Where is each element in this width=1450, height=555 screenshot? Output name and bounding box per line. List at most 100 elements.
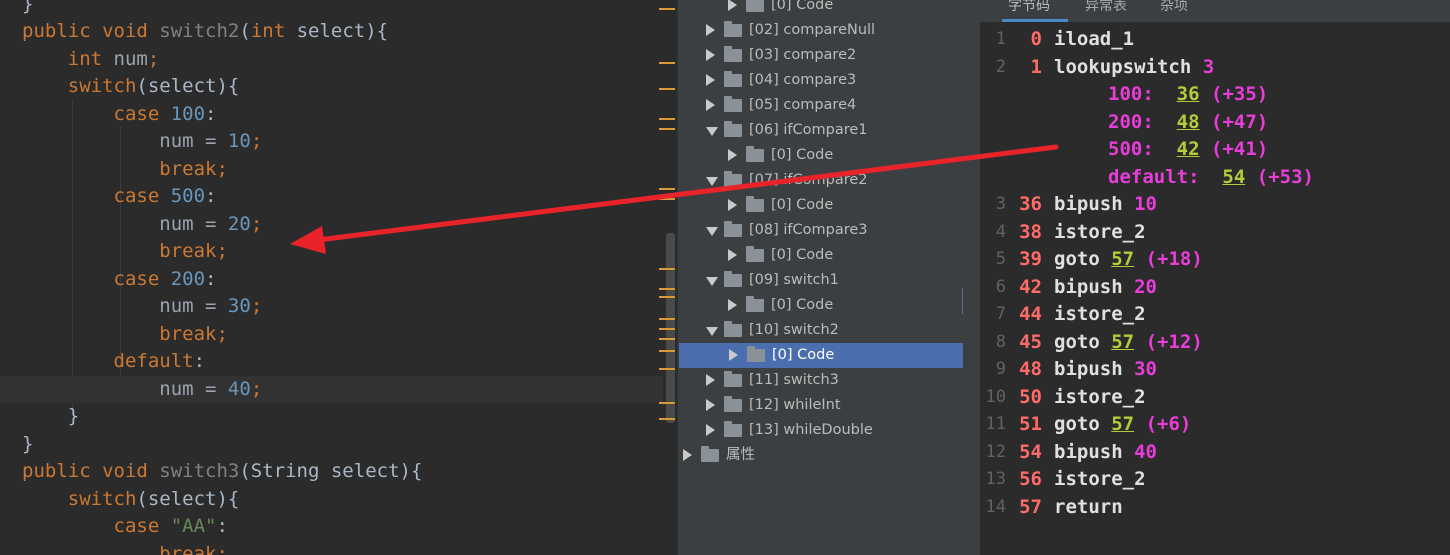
tab-0[interactable]: 字节码 bbox=[1008, 0, 1050, 17]
jump-target-link[interactable]: 48 bbox=[1177, 111, 1200, 133]
code-line[interactable]: break; bbox=[0, 156, 663, 184]
tree-item[interactable]: [07] ifCompare2 bbox=[678, 168, 980, 193]
tree-item[interactable]: [09] switch1 bbox=[678, 268, 980, 293]
chevron-right-icon[interactable] bbox=[728, 0, 737, 11]
jump-target-link[interactable]: 57 bbox=[1111, 331, 1134, 353]
bytecode-row[interactable]: 12 54 bipush 40 bbox=[980, 439, 1450, 467]
bytecode-panel[interactable]: 字节码 异常表 杂项 1 0 iload_1 2 1 lookupswitch 3 100: 3… bbox=[980, 0, 1450, 555]
error-stripe-mark[interactable] bbox=[659, 188, 675, 190]
jump-target-link[interactable]: 57 bbox=[1111, 248, 1134, 270]
tree-item[interactable]: [10] switch2 bbox=[678, 318, 980, 343]
error-stripe-mark[interactable] bbox=[659, 198, 675, 200]
tree-item[interactable]: [02] compareNull bbox=[678, 18, 980, 43]
bytecode-row[interactable]: 8 45 goto 57 (+12) bbox=[980, 329, 1450, 357]
code-line[interactable]: num = 10; bbox=[0, 128, 663, 156]
jump-target-link[interactable]: 54 bbox=[1222, 166, 1245, 188]
chevron-right-icon[interactable] bbox=[728, 249, 737, 261]
chevron-right-icon[interactable] bbox=[683, 449, 692, 461]
code-line[interactable]: num = 30; bbox=[0, 293, 663, 321]
bytecode-row[interactable]: 9 48 bipush 30 bbox=[980, 356, 1450, 384]
error-stripe-mark[interactable] bbox=[659, 328, 675, 330]
chevron-down-icon[interactable] bbox=[706, 277, 718, 286]
code-line[interactable]: public void switch2(int select){ bbox=[0, 18, 663, 46]
bytecode-row[interactable]: 1 0 iload_1 bbox=[980, 26, 1450, 54]
tree-item[interactable]: [04] compare3 bbox=[678, 68, 980, 93]
tree-item[interactable]: [0] Code bbox=[678, 293, 980, 318]
error-stripe-mark[interactable] bbox=[659, 418, 675, 420]
tab-2[interactable]: 杂项 bbox=[1160, 0, 1188, 17]
chevron-right-icon[interactable] bbox=[728, 149, 737, 161]
code-line[interactable]: default: bbox=[0, 348, 663, 376]
chevron-down-icon[interactable] bbox=[706, 227, 718, 236]
chevron-right-icon[interactable] bbox=[706, 24, 715, 36]
error-stripe-mark[interactable] bbox=[659, 268, 675, 270]
tree-item[interactable]: [11] switch3 bbox=[678, 368, 980, 393]
bytecode-row[interactable]: 13 56 istore_2 bbox=[980, 466, 1450, 494]
code-line[interactable]: case 500: bbox=[0, 183, 663, 211]
error-stripe-mark[interactable] bbox=[659, 402, 675, 404]
error-stripe-mark[interactable] bbox=[659, 288, 675, 290]
code-line[interactable]: switch(select){ bbox=[0, 73, 663, 101]
code-line[interactable]: case 100: bbox=[0, 101, 663, 129]
chevron-down-icon[interactable] bbox=[706, 327, 718, 336]
chevron-right-icon[interactable] bbox=[729, 349, 738, 361]
bytecode-row[interactable]: 2 1 lookupswitch 3 bbox=[980, 54, 1450, 82]
chevron-right-icon[interactable] bbox=[706, 74, 715, 86]
code-editor[interactable]: } public void switch2(int select){ int nu… bbox=[0, 0, 663, 555]
tree-item[interactable]: [0] Code bbox=[678, 243, 980, 268]
tree-item[interactable]: [0] Code bbox=[678, 193, 980, 218]
bytecode-row[interactable]: 200: 48 (+47) bbox=[980, 109, 1450, 137]
chevron-right-icon[interactable] bbox=[706, 49, 715, 61]
bytecode-row[interactable]: 3 36 bipush 10 bbox=[980, 191, 1450, 219]
code-line[interactable]: switch(select){ bbox=[0, 486, 663, 514]
tree-item[interactable]: [08] ifCompare3 bbox=[678, 218, 980, 243]
bytecode-row[interactable]: 100: 36 (+35) bbox=[980, 81, 1450, 109]
code-line[interactable]: case "AA": bbox=[0, 513, 663, 541]
class-structure-tree[interactable]: [0] Code [02] compareNull [03] compare2 [04… bbox=[677, 0, 980, 555]
error-stripe-mark[interactable] bbox=[659, 118, 675, 120]
chevron-down-icon[interactable] bbox=[706, 127, 718, 136]
chevron-right-icon[interactable] bbox=[728, 299, 737, 311]
code-line[interactable]: num = 20; bbox=[0, 211, 663, 239]
error-stripe-mark[interactable] bbox=[659, 296, 675, 298]
tree-item[interactable]: [0] Code bbox=[678, 0, 980, 18]
error-stripe-mark[interactable] bbox=[659, 338, 675, 340]
error-stripe-mark[interactable] bbox=[659, 350, 675, 352]
error-stripe-mark[interactable] bbox=[659, 128, 675, 130]
chevron-right-icon[interactable] bbox=[706, 99, 715, 111]
bytecode-row[interactable]: 6 42 bipush 20 bbox=[980, 274, 1450, 302]
tree-item[interactable]: [13] whileDouble bbox=[678, 418, 980, 443]
bytecode-row[interactable]: 7 44 istore_2 bbox=[980, 301, 1450, 329]
tree-item[interactable]: [05] compare4 bbox=[678, 93, 980, 118]
tab-1[interactable]: 异常表 bbox=[1085, 0, 1127, 17]
chevron-down-icon[interactable] bbox=[706, 177, 718, 186]
bytecode-row[interactable]: 10 50 istore_2 bbox=[980, 384, 1450, 412]
code-line[interactable]: } bbox=[0, 431, 663, 459]
code-line[interactable]: case 200: bbox=[0, 266, 663, 294]
error-stripe-mark[interactable] bbox=[659, 318, 675, 320]
code-line[interactable]: } bbox=[0, 0, 663, 18]
bytecode-row[interactable]: 11 51 goto 57 (+6) bbox=[980, 411, 1450, 439]
error-stripe-mark[interactable] bbox=[659, 8, 675, 10]
tree-item[interactable]: 属性 bbox=[678, 443, 980, 468]
bytecode-row[interactable]: 5 39 goto 57 (+18) bbox=[980, 246, 1450, 274]
bytecode-row[interactable]: 4 38 istore_2 bbox=[980, 219, 1450, 247]
error-stripe-mark[interactable] bbox=[659, 368, 675, 370]
jump-target-link[interactable]: 42 bbox=[1177, 138, 1200, 160]
tree-item[interactable]: [0] Code bbox=[678, 143, 980, 168]
tree-item[interactable]: [06] ifCompare1 bbox=[678, 118, 980, 143]
jump-target-link[interactable]: 57 bbox=[1111, 413, 1134, 435]
bytecode-row[interactable]: 14 57 return bbox=[980, 494, 1450, 522]
error-stripe-mark[interactable] bbox=[659, 88, 675, 90]
code-line[interactable]: } bbox=[0, 403, 663, 431]
chevron-right-icon[interactable] bbox=[706, 424, 715, 436]
bytecode-row[interactable]: 500: 42 (+41) bbox=[980, 136, 1450, 164]
code-line[interactable]: num = 40; bbox=[0, 375, 663, 403]
code-line[interactable]: break; bbox=[0, 321, 663, 349]
code-line[interactable]: public void switch3(String select){ bbox=[0, 458, 663, 486]
tree-item[interactable]: [03] compare2 bbox=[678, 43, 980, 68]
tree-item[interactable]: [12] whileInt bbox=[678, 393, 980, 418]
chevron-right-icon[interactable] bbox=[706, 374, 715, 386]
bytecode-row[interactable]: default: 54 (+53) bbox=[980, 164, 1450, 192]
error-stripe-mark[interactable] bbox=[659, 62, 675, 64]
